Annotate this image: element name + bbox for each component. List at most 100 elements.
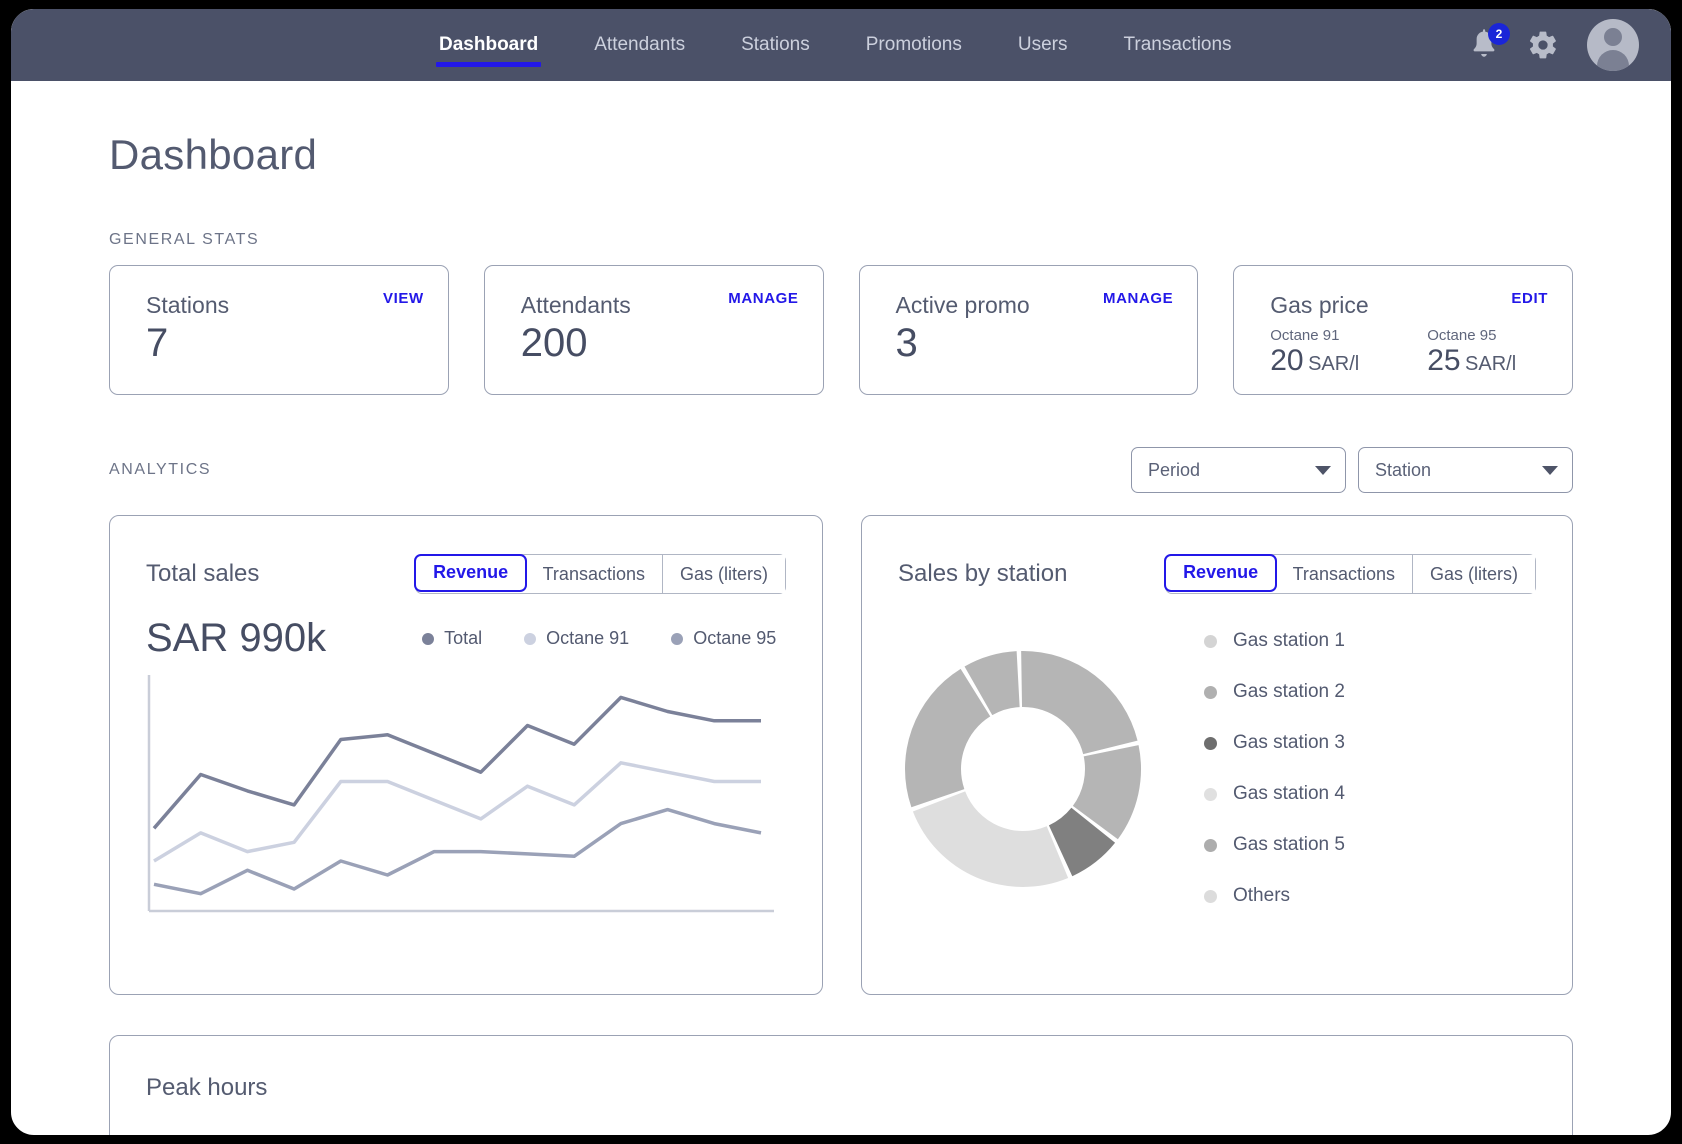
analytics-charts: Total sales Revenue Transactions Gas (li… xyxy=(109,515,1573,995)
analytics-header: ANALYTICS Period Station xyxy=(109,447,1573,493)
total-sales-value: SAR 990k xyxy=(146,616,327,660)
total-sales-title: Total sales xyxy=(146,560,260,587)
legend-label: Gas station 5 xyxy=(1233,834,1345,855)
stat-value: 3 xyxy=(895,321,918,365)
tab-transactions[interactable]: Transactions xyxy=(1275,555,1413,593)
stat-card-stations[interactable]: VIEW Stations 7 xyxy=(109,265,449,395)
legend-label: Octane 95 xyxy=(693,628,777,648)
stat-value: 200 xyxy=(520,321,588,365)
gas-price-list: Octane 91 20 SAR/l Octane 95 25 SAR/l xyxy=(1270,327,1542,378)
peak-hours-card: Peak hours xyxy=(109,1035,1573,1135)
promo-manage-link[interactable]: MANAGE xyxy=(1103,290,1173,307)
chevron-down-icon xyxy=(1542,465,1558,475)
total-sales-card: Total sales Revenue Transactions Gas (li… xyxy=(109,515,823,995)
legend-dot xyxy=(1204,634,1217,648)
nav-item-transactions[interactable]: Transactions xyxy=(1095,9,1259,81)
legend-item-octane-95[interactable]: Octane 95 xyxy=(671,628,776,649)
general-stats-cards: VIEW Stations 7 MANAGE Attendants 200 MA… xyxy=(109,265,1573,395)
legend-label: Gas station 4 xyxy=(1233,783,1345,804)
sales-by-station-legend: Gas station 1 Gas station 2 Gas station … xyxy=(1204,630,1345,907)
gas-price-edit-link[interactable]: EDIT xyxy=(1511,290,1548,307)
gas-price-value: 25 xyxy=(1427,344,1461,377)
gas-price-unit: SAR/l xyxy=(1465,353,1517,375)
sales-by-station-donut-chart xyxy=(905,650,1141,887)
gas-price-unit: SAR/l xyxy=(1308,353,1360,375)
gas-price-label: Octane 91 xyxy=(1270,327,1340,344)
stations-view-link[interactable]: VIEW xyxy=(383,290,424,307)
nav-links: Dashboard Attendants Stations Promotions… xyxy=(411,9,1260,81)
station-select-value: Station xyxy=(1375,459,1432,480)
analytics-filters: Period Station xyxy=(1131,447,1573,493)
gas-price-value: 20 xyxy=(1270,344,1304,377)
legend-label: Gas station 1 xyxy=(1233,630,1345,651)
total-sales-legend: Total Octane 91 Octane 95 xyxy=(422,628,776,649)
gas-price-label: Octane 95 xyxy=(1427,327,1497,344)
legend-item-octane-91[interactable]: Octane 91 xyxy=(524,628,629,649)
nav-label: Dashboard xyxy=(439,34,539,55)
donut-segment[interactable] xyxy=(912,790,1069,887)
legend-dot xyxy=(524,632,537,645)
legend-label: Gas station 3 xyxy=(1233,732,1345,753)
top-navigation-bar: Dashboard Attendants Stations Promotions… xyxy=(11,9,1671,81)
period-select[interactable]: Period xyxy=(1131,447,1346,493)
legend-item-gas-station-5[interactable]: Gas station 5 xyxy=(1204,834,1345,856)
total-sales-tabs: Revenue Transactions Gas (liters) xyxy=(414,553,786,594)
nav-item-stations[interactable]: Stations xyxy=(713,9,838,81)
tab-transactions[interactable]: Transactions xyxy=(525,555,663,593)
tab-gas-liters[interactable]: Gas (liters) xyxy=(662,555,785,593)
legend-label: Others xyxy=(1233,885,1291,906)
nav-item-promotions[interactable]: Promotions xyxy=(838,9,990,81)
notifications-button[interactable]: 2 xyxy=(1469,23,1510,62)
peak-hours-title: Peak hours xyxy=(146,1074,268,1101)
donut-segment[interactable] xyxy=(1021,650,1138,754)
nav-item-users[interactable]: Users xyxy=(990,9,1096,81)
stat-card-gas-price[interactable]: EDIT Gas price Octane 91 20 SAR/l Octane… xyxy=(1233,265,1573,395)
notification-badge: 2 xyxy=(1488,23,1510,45)
legend-dot xyxy=(1204,736,1217,750)
legend-item-gas-station-1[interactable]: Gas station 1 xyxy=(1204,630,1345,652)
stat-card-attendants[interactable]: MANAGE Attendants 200 xyxy=(483,265,824,395)
legend-dot xyxy=(1204,838,1217,852)
general-stats-label: GENERAL STATS xyxy=(109,231,260,248)
legend-item-gas-station-2[interactable]: Gas station 2 xyxy=(1204,681,1345,703)
app-window: Dashboard Attendants Stations Promotions… xyxy=(8,6,1674,1138)
sales-by-station-card: Sales by station Revenue Transactions Ga… xyxy=(861,515,1573,995)
tab-revenue[interactable]: Revenue xyxy=(414,553,528,592)
chevron-down-icon xyxy=(1315,465,1331,475)
nav-label: Attendants xyxy=(594,34,686,55)
nav-label: Users xyxy=(1017,34,1068,55)
total-sales-line-chart xyxy=(147,675,774,913)
tab-gas-liters[interactable]: Gas (liters) xyxy=(1412,555,1535,593)
stat-title: Stations xyxy=(146,292,230,318)
sales-by-station-tabs: Revenue Transactions Gas (liters) xyxy=(1164,553,1536,594)
tab-revenue[interactable]: Revenue xyxy=(1164,553,1278,592)
legend-item-total[interactable]: Total xyxy=(422,628,482,649)
station-select[interactable]: Station xyxy=(1358,447,1573,493)
legend-item-others[interactable]: Others xyxy=(1204,885,1345,907)
legend-dot xyxy=(1204,787,1217,801)
user-avatar[interactable] xyxy=(1587,19,1639,71)
legend-label: Gas station 2 xyxy=(1233,681,1345,702)
page-title: Dashboard xyxy=(109,131,318,178)
legend-dot xyxy=(1204,685,1217,699)
legend-item-gas-station-3[interactable]: Gas station 3 xyxy=(1204,732,1345,754)
total-sales-summary: SAR 990k Total Octane 91 Octane 95 xyxy=(146,616,786,661)
nav-label: Stations xyxy=(741,34,810,55)
legend-label: Octane 91 xyxy=(546,628,630,648)
settings-button[interactable] xyxy=(1527,29,1559,61)
legend-dot xyxy=(422,632,435,645)
donut-segment[interactable] xyxy=(905,668,991,807)
nav-item-dashboard[interactable]: Dashboard xyxy=(411,9,566,81)
legend-item-gas-station-4[interactable]: Gas station 4 xyxy=(1204,783,1345,805)
stat-card-active-promo[interactable]: MANAGE Active promo 3 xyxy=(858,265,1199,395)
period-select-value: Period xyxy=(1148,459,1201,480)
gas-price-octane-91: Octane 91 20 SAR/l xyxy=(1270,327,1359,378)
sales-by-station-header: Sales by station Revenue Transactions Ga… xyxy=(898,553,1536,594)
attendants-manage-link[interactable]: MANAGE xyxy=(728,290,798,307)
nav-item-attendants[interactable]: Attendants xyxy=(566,9,713,81)
legend-dot xyxy=(1204,889,1217,903)
stat-value: 7 xyxy=(146,321,169,365)
nav-label: Promotions xyxy=(865,34,962,55)
total-sales-header: Total sales Revenue Transactions Gas (li… xyxy=(146,553,786,594)
legend-dot xyxy=(671,632,684,645)
